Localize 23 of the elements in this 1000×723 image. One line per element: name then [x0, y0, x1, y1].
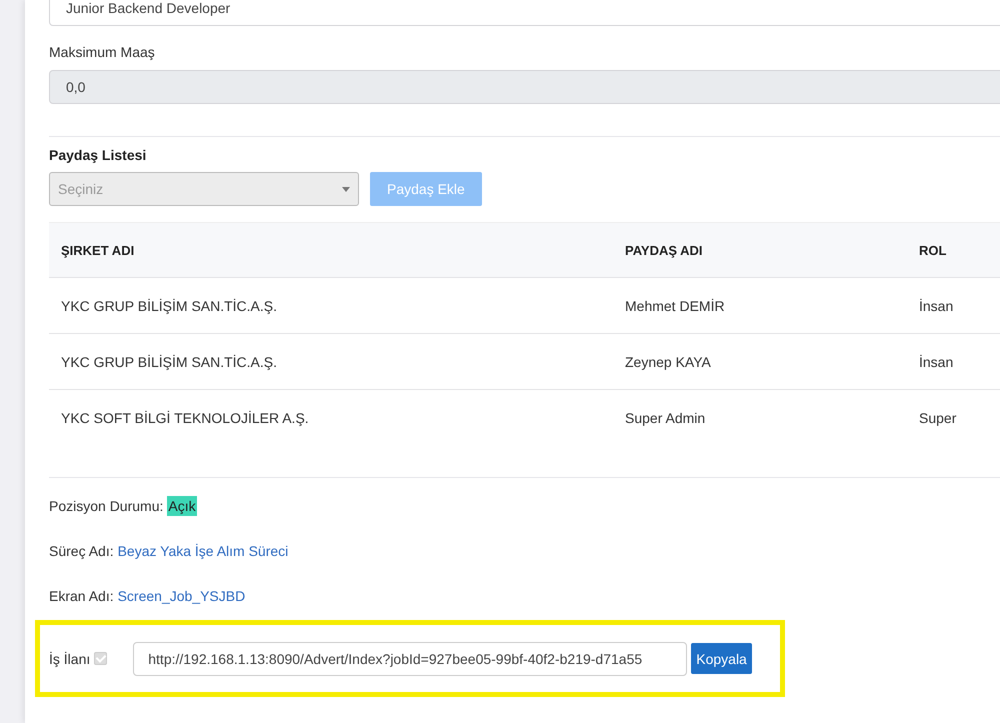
detail-label: Pozisyon Durumu: [49, 498, 164, 514]
detail-link[interactable]: Beyaz Yaka İşe Alım Süreci [118, 543, 288, 559]
caret-icon [342, 186, 350, 192]
job-ad-label: İş İlanı [49, 650, 90, 666]
table-cell: Zeynep KAYA [625, 354, 711, 370]
table-cell: İnsan [919, 298, 954, 314]
table-cell: Super Admin [625, 410, 706, 426]
section-title: Paydaş Listesi [49, 147, 146, 163]
column-header: PAYDAŞ ADI [613, 222, 907, 278]
title-field[interactable]: Junior Backend Developer [49, 0, 1000, 26]
table-cell: Super [919, 410, 956, 426]
table-cell: İnsan [919, 354, 954, 370]
table-cell: YKC GRUP BİLİŞİM SAN.TİC.A.Ş. [61, 354, 278, 370]
table-cell: YKC SOFT BİLGİ TEKNOLOJİLER A.Ş. [61, 410, 309, 426]
detail-label: Süreç Adı: [49, 543, 114, 559]
table-cell: YKC GRUP BİLİŞİM SAN.TİC.A.Ş. [61, 298, 278, 314]
detail-link[interactable]: Screen_Job_YSJBD [118, 588, 246, 604]
status-badge: Açık [167, 496, 197, 516]
table-cell: Mehmet DEMİR [625, 298, 725, 314]
column-header: ŞIRKET ADI [49, 222, 613, 278]
field-label: Maksimum Maaş [49, 44, 155, 60]
column-header: ROL [907, 222, 1000, 278]
detail-label: Ekran Adı: [49, 588, 114, 604]
